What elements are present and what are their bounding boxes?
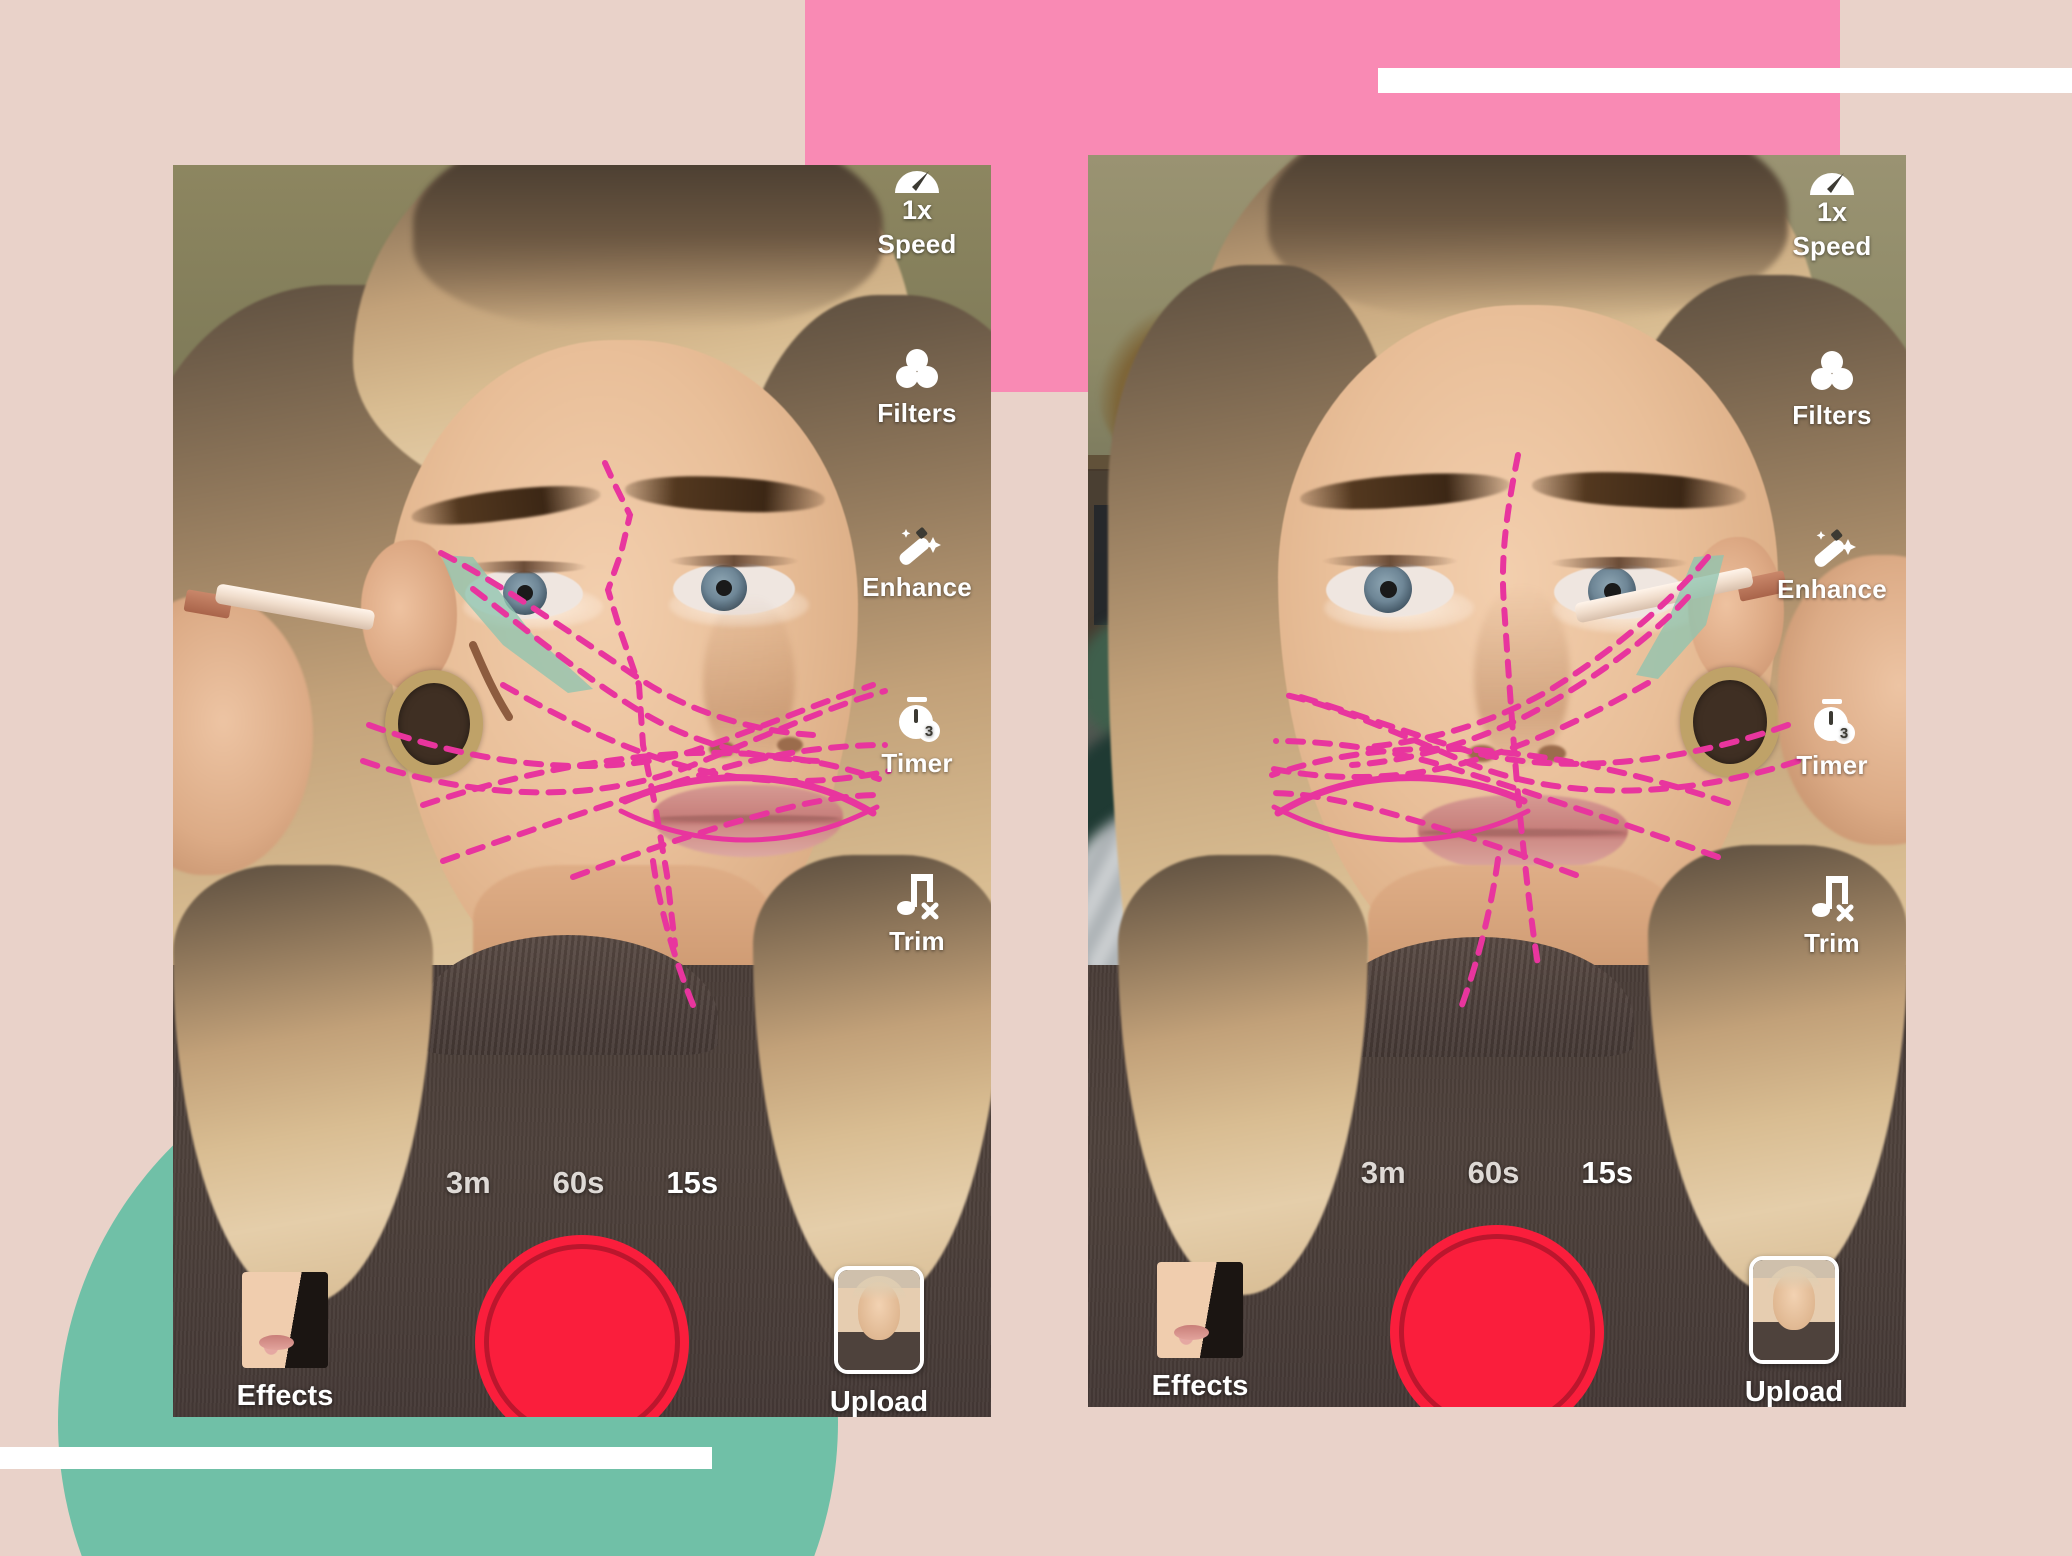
contour-guide-overlay-left [360,460,892,1008]
upload-thumbnail-art [838,1269,920,1370]
duration-option-15s[interactable]: 15s [666,1165,718,1201]
duration-option-60s[interactable]: 60s [553,1165,605,1201]
camera-viewfinder-right [1088,155,1906,1407]
upload-thumbnail [834,1265,924,1374]
effects-thumbnail [1157,1261,1243,1358]
effects-thumbnail-art [242,1271,328,1368]
upload-button[interactable]: Upload [1724,1255,1864,1408]
effects-button[interactable]: Effects [215,1271,355,1413]
effects-label: Effects [236,1379,334,1412]
effects-thumbnail-art [1157,1261,1243,1358]
camera-screen-right: 1x Speed Filters Enhance 3 Timer Trim 3m… [1088,155,1906,1407]
white-bar-top-decoration [1378,68,2072,93]
capture-bar-right: Effects Upload [1088,1225,1906,1407]
camera-screen-left: 1x Speed Filters Enhance 3 Timer Trim 3m… [173,165,991,1417]
poster-canvas: 1x Speed Filters Enhance 3 Timer Trim 3m… [0,0,2072,1556]
camera-viewfinder-left [173,165,991,1417]
duration-option-3m[interactable]: 3m [1361,1155,1406,1191]
effects-thumbnail [242,1271,328,1368]
contour-guide-overlay-right [1261,452,1801,1008]
capture-bar-left: Effects Upload [173,1235,991,1417]
effects-label: Effects [1151,1369,1249,1402]
duration-selector-left: 3m 60s 15s [173,1165,991,1201]
effects-button[interactable]: Effects [1130,1261,1270,1403]
duration-option-60s[interactable]: 60s [1468,1155,1520,1191]
duration-option-15s[interactable]: 15s [1581,1155,1633,1191]
upload-label: Upload [1744,1375,1844,1408]
white-bar-bottom-decoration [0,1447,712,1469]
upload-thumbnail-art [1753,1259,1835,1360]
duration-option-3m[interactable]: 3m [446,1165,491,1201]
upload-thumbnail [1749,1255,1839,1364]
record-button[interactable] [475,1235,689,1417]
duration-selector-right: 3m 60s 15s [1088,1155,1906,1191]
upload-label: Upload [829,1385,929,1418]
upload-button[interactable]: Upload [809,1265,949,1418]
record-button[interactable] [1390,1225,1604,1407]
